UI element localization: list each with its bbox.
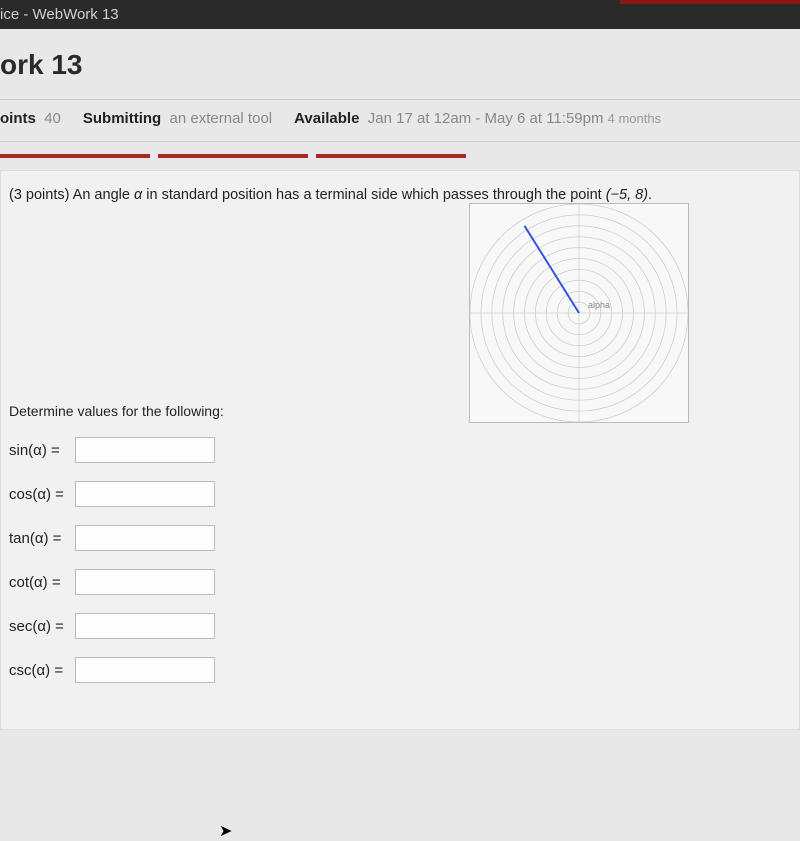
- terminal-side: [525, 226, 580, 313]
- question-panel: (3 points) An angle α in standard positi…: [0, 170, 800, 730]
- csc-input[interactable]: [75, 657, 215, 683]
- input-row-sin: sin(α) =: [9, 437, 789, 463]
- polar-plot: [470, 204, 688, 422]
- submitting: Submitting an external tool: [83, 110, 272, 127]
- assignment-meta: oints 40 Submitting an external tool Ava…: [0, 99, 800, 142]
- progress-segment: [316, 154, 466, 158]
- window-accent: [620, 0, 800, 4]
- browser-tab[interactable]: ice - WebWork 13: [0, 0, 800, 29]
- input-row-csc: csc(α) =: [9, 657, 789, 683]
- cot-input[interactable]: [75, 569, 215, 595]
- cos-input[interactable]: [75, 481, 215, 507]
- page-title: ork 13: [0, 29, 800, 99]
- input-row-cos: cos(α) =: [9, 481, 789, 507]
- tab-title: ice - WebWork 13: [0, 6, 119, 23]
- cursor-icon: ➤: [219, 821, 232, 841]
- input-row-cot: cot(α) =: [9, 569, 789, 595]
- sec-input[interactable]: [75, 613, 215, 639]
- input-row-sec: sec(α) =: [9, 613, 789, 639]
- tan-input[interactable]: [75, 525, 215, 551]
- sin-input[interactable]: [75, 437, 215, 463]
- points: oints 40: [0, 110, 61, 127]
- progress-bar: [0, 142, 800, 164]
- progress-segment: [0, 154, 150, 158]
- angle-diagram: alpha: [469, 203, 689, 423]
- progress-segment: [158, 154, 308, 158]
- alpha-label: alpha: [588, 300, 610, 310]
- available: Available Jan 17 at 12am - May 6 at 11:5…: [294, 110, 661, 127]
- input-row-tan: tan(α) =: [9, 525, 789, 551]
- question-text: (3 points) An angle α in standard positi…: [9, 187, 769, 203]
